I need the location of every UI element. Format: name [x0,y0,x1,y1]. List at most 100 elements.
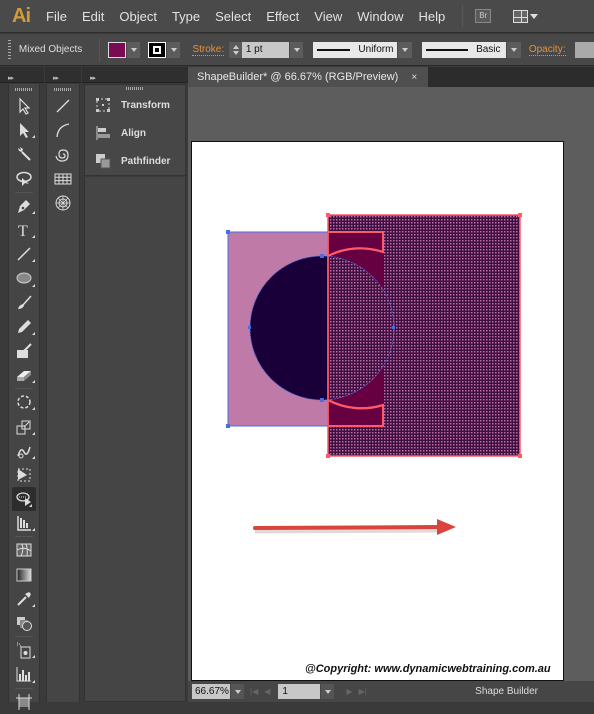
pen-icon [15,197,33,215]
expand-icon[interactable]: ▸▸ [90,75,95,82]
arc-tool[interactable] [47,118,79,142]
gradient-icon [15,566,33,584]
magic-wand-icon [15,145,33,163]
spiral-tool[interactable] [47,142,79,166]
current-tool-status[interactable]: Shape Builder [475,686,538,697]
gradient-tool[interactable] [9,563,39,587]
flyout-grip[interactable] [47,84,79,94]
last-artboard-icon[interactable]: ▶| [359,687,367,696]
close-icon[interactable]: × [411,72,417,83]
chevron-down-icon [131,48,137,52]
blob-brush-icon [15,342,33,360]
svg-text:T: T [18,223,28,239]
polar-grid-tool[interactable] [47,191,79,215]
brush-dropdown[interactable] [507,42,521,58]
first-artboard-icon[interactable]: |◀ [250,687,258,696]
warp-tool[interactable] [9,439,39,463]
menu-file[interactable]: File [46,9,67,24]
free-transform-icon [15,466,33,484]
fill-dropdown[interactable] [127,42,141,58]
perspective-grid-tool[interactable] [9,511,39,535]
mesh-tool[interactable] [9,538,39,562]
fill-swatch[interactable] [108,42,126,58]
document-tab[interactable]: ShapeBuilder* @ 66.67% (RGB/Preview) × [188,67,428,87]
copyright-text: @Copyright: www.dynamicwebtraining.com.a… [305,663,551,675]
chevron-down-icon [294,48,300,52]
eyedropper-tool[interactable] [9,587,39,611]
column-graph-tool[interactable] [9,662,39,686]
profile-line [317,49,350,51]
symbol-sprayer-tool[interactable] [9,638,39,662]
selection-tool[interactable] [9,94,39,118]
ellipse-icon [15,269,33,287]
pen-tool[interactable] [9,194,39,218]
artboard[interactable] [191,141,564,681]
brush-definition[interactable]: Basic [422,42,506,58]
magic-wand-tool[interactable] [9,142,39,166]
menu-object[interactable]: Object [119,9,157,24]
menu-edit[interactable]: Edit [82,9,104,24]
arrange-documents-button[interactable] [513,10,538,23]
collapsed-panels-dock: Transform Align Pathfinder [84,84,186,176]
tools-panel: T [8,84,40,702]
profile-label: Uniform [358,44,393,55]
scale-tool[interactable] [9,414,39,438]
control-separator [99,38,100,62]
expand-icon[interactable]: ▸▸ [8,75,13,82]
free-transform-tool[interactable] [9,463,39,487]
next-artboard-icon[interactable]: ▶ [346,687,352,696]
stroke-label[interactable]: Stroke: [192,44,224,56]
stroke-weight-stepper[interactable] [229,42,242,58]
pathfinder-label: Pathfinder [121,156,170,167]
arrange-documents-icon [513,10,528,23]
paintbrush-tool[interactable] [9,291,39,315]
previous-artboard-icon[interactable]: ◀ [264,687,270,696]
column-graph-icon [15,665,33,683]
bridge-button[interactable]: Br [475,9,491,23]
eraser-tool[interactable] [9,363,39,387]
zoom-dropdown[interactable] [231,684,244,699]
menu-window[interactable]: Window [357,9,403,24]
chevron-down-icon [325,690,331,694]
pathfinder-icon [95,153,111,169]
tools-grip[interactable] [9,84,39,94]
lasso-tool[interactable] [9,167,39,191]
rotate-tool[interactable] [9,390,39,414]
flyout-line-segment-tool[interactable] [47,94,79,118]
blend-tool[interactable] [9,611,39,635]
direct-selection-tool[interactable] [9,118,39,142]
chevron-down-icon [511,48,517,52]
opacity-input[interactable] [575,42,594,58]
artboard-number-input[interactable]: 1 [278,684,320,699]
menu-view[interactable]: View [314,9,342,24]
pencil-tool[interactable] [9,315,39,339]
transform-panel-button[interactable]: Transform [85,91,185,119]
pathfinder-panel-button[interactable]: Pathfinder [85,147,185,175]
stroke-swatch[interactable] [148,42,166,58]
control-bar-grip[interactable] [8,40,11,60]
zoom-level-input[interactable]: 66.67% [192,684,230,699]
rectangular-grid-tool[interactable] [47,167,79,191]
expand-icon[interactable]: ▸▸ [53,75,58,82]
shape-builder-tool[interactable] [12,487,36,511]
selection-type-label: Mixed Objects [19,44,89,55]
type-icon: T [15,221,33,239]
selection-arrow-icon [15,97,33,115]
type-tool[interactable]: T [9,218,39,242]
stroke-weight-input[interactable]: 1 pt [242,42,289,58]
menu-select[interactable]: Select [215,9,251,24]
scale-icon [15,418,33,436]
stroke-weight-dropdown[interactable] [290,42,304,58]
menu-type[interactable]: Type [172,9,200,24]
artboard-dropdown[interactable] [321,684,334,699]
stroke-color-dropdown[interactable] [167,42,181,58]
align-panel-button[interactable]: Align [85,119,185,147]
opacity-label[interactable]: Opacity: [529,44,566,56]
variable-width-profile[interactable]: Uniform [313,42,397,58]
line-segment-tool[interactable] [9,242,39,266]
profile-dropdown[interactable] [398,42,412,58]
menu-help[interactable]: Help [418,9,445,24]
menu-effect[interactable]: Effect [266,9,299,24]
blob-brush-tool[interactable] [9,339,39,363]
ellipse-tool[interactable] [9,266,39,290]
